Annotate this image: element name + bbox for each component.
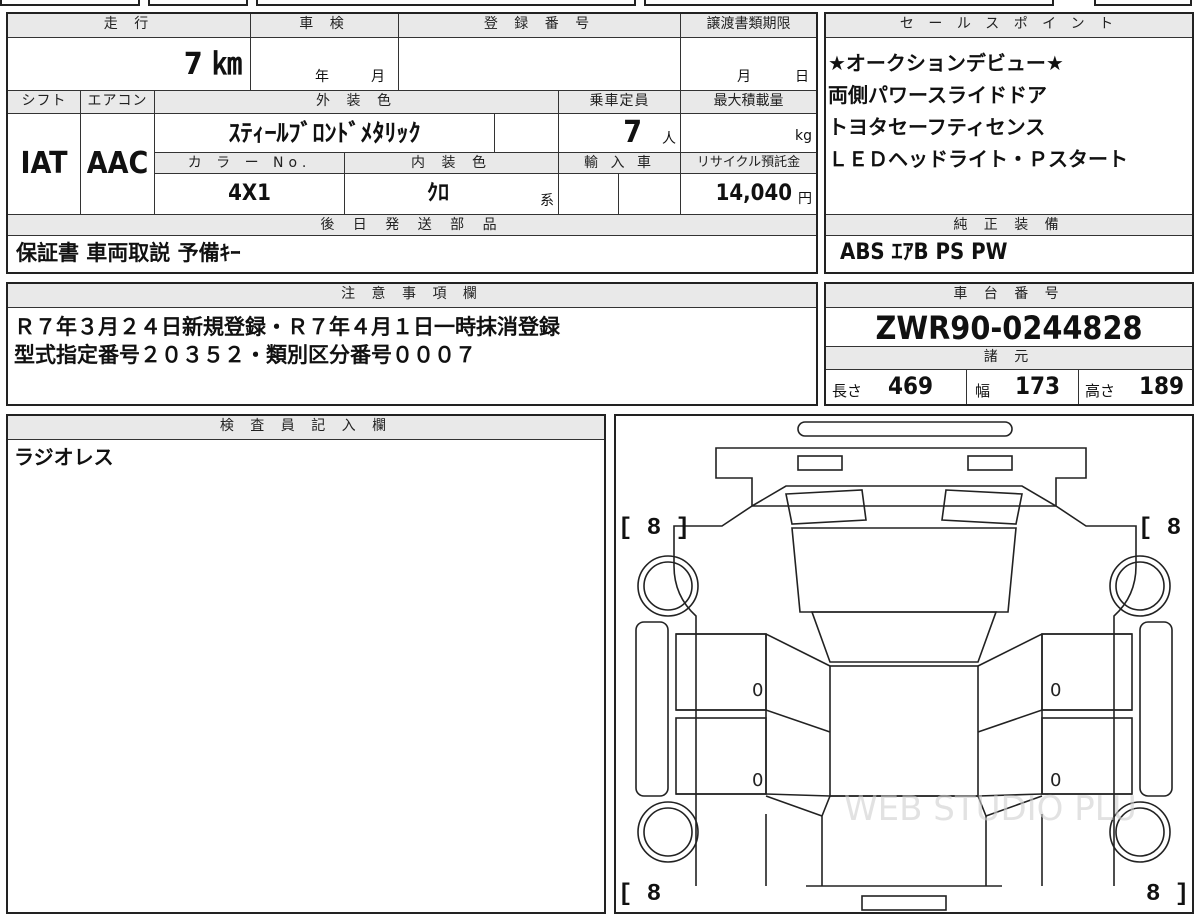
door-mark-left-front: 0: [752, 680, 763, 701]
vehicle-damage-diagram: [ 8 ] [ 8 ] [ 8 8 ] 0 0 0 0 WEB STUDIO P…: [618, 421, 1192, 911]
exterior-color-value: ｽﾃｨｰﾙﾌﾞﾛﾝﾄﾞﾒﾀﾘｯｸ: [154, 114, 494, 152]
sales-points-box: セ ー ル ス ポ イ ン ト ★オークションデビュー★ 両側パワースライドドア…: [824, 12, 1194, 274]
tire-front-left-reading: [ 8 ]: [618, 515, 690, 542]
tire-front-right-reading: [ 8 ]: [1138, 515, 1192, 542]
width-cell: 幅 173: [966, 370, 1078, 404]
length-label: 長さ: [832, 382, 863, 400]
inspection-year-label: 年: [315, 69, 329, 85]
tire-rear-left-reading: [ 8: [618, 881, 661, 908]
length-value: 469: [888, 372, 934, 400]
transfer-month-label: 月: [737, 69, 751, 85]
mileage-header: 走 行: [8, 14, 250, 38]
vehicle-info-table: 走 行 車 検 登 録 番 号 譲渡書類期限 7 ㎞ 年 月 月 日 シフト エ…: [6, 12, 818, 274]
shift-value: IAT: [20, 146, 68, 181]
spec-header: 諸 元: [826, 346, 1192, 370]
sales-point-line-2: 両側パワースライドドア: [828, 83, 1047, 107]
capacity-unit: 人: [662, 131, 676, 147]
inspection-value: 年 月: [250, 38, 398, 90]
notes-box: 注 意 事 項 欄 Ｒ７年３月２４日新規登録・Ｒ７年４月１日一時抹消登録 型式指…: [6, 282, 818, 406]
door-mark-right-rear: 0: [1050, 770, 1061, 791]
capacity-header: 乗車定員: [558, 90, 680, 114]
later-parts-header: 後 日 発 送 部 品: [8, 214, 816, 236]
interior-color-value: ｸﾛ: [427, 181, 450, 206]
watermark-text: WEB STUDIO PLU: [844, 789, 1137, 829]
notes-header: 注 意 事 項 欄: [8, 284, 816, 308]
max-load-value-cell: kg: [680, 114, 816, 152]
tire-rear-right-reading: 8 ]: [1146, 881, 1189, 908]
damage-diagram-box: [ 8 ] [ 8 ] [ 8 8 ] 0 0 0 0 WEB STUDIO P…: [614, 414, 1194, 914]
door-mark-right-front: 0: [1050, 680, 1061, 701]
recycle-header: リサイクル預託金: [680, 152, 816, 174]
capacity-value: 7: [623, 115, 642, 150]
later-parts-value: 保証書 車両取説 予備ｷｰ: [16, 241, 241, 265]
chassis-header: 車 台 番 号: [826, 284, 1192, 308]
aircon-header: エアコン: [80, 90, 154, 114]
height-label: 高さ: [1085, 382, 1116, 400]
transfer-day-label: 日: [795, 69, 809, 85]
capacity-value-cell: 7 人: [558, 114, 680, 152]
inspector-box: 検 査 員 記 入 欄 ラジオレス: [6, 414, 606, 914]
interior-color-cell: ｸﾛ 系: [344, 174, 558, 214]
sales-point-line-3: トヨタセーフティセンス: [828, 115, 1046, 139]
aircon-value: AAC: [80, 114, 154, 214]
recycle-unit: 円: [798, 191, 812, 207]
chassis-number: ZWR90-0244828: [875, 309, 1143, 347]
equipment-value: ABS ｴｱB PS PW: [840, 240, 1008, 265]
sales-points-header: セ ー ル ス ポ イ ン ト: [826, 14, 1192, 38]
length-cell: 長さ 469: [826, 370, 966, 404]
max-load-unit: kg: [795, 128, 812, 144]
inspector-header: 検 査 員 記 入 欄: [8, 416, 604, 440]
max-load-header: 最大積載量: [680, 90, 816, 114]
interior-color-header: 内 装 色: [344, 152, 558, 174]
inspection-month-label: 月: [371, 69, 385, 85]
color-no-value: 4X1: [154, 174, 344, 214]
sales-point-line-4: ＬＥＤヘッドライト・Ｐスタート: [828, 147, 1128, 171]
shift-header: シフト: [8, 90, 80, 114]
registration-header: 登 録 番 号: [398, 14, 680, 38]
sales-point-line-1: ★オークションデビュー★: [828, 51, 1064, 75]
transfer-deadline-value: 月 日: [680, 38, 816, 90]
import-value-a: [558, 174, 618, 214]
chassis-box: 車 台 番 号 ZWR90-0244828 諸 元 長さ 469 幅 173 高…: [824, 282, 1194, 406]
exterior-color-header: 外 装 色: [154, 90, 558, 114]
import-header: 輸 入 車: [558, 152, 680, 174]
import-value-b: [618, 174, 680, 214]
height-cell: 高さ 189: [1078, 370, 1192, 404]
height-value: 189: [1139, 372, 1185, 400]
door-mark-left-rear: 0: [752, 770, 763, 791]
interior-color-suffix: 系: [540, 193, 554, 209]
top-edge-strip: [0, 0, 1200, 8]
notes-line-1: Ｒ７年３月２４日新規登録・Ｒ７年４月１日一時抹消登録: [14, 315, 560, 339]
width-label: 幅: [975, 382, 991, 400]
inspection-header: 車 検: [250, 14, 398, 38]
color-no-header: カ ラ ー No.: [154, 152, 344, 174]
registration-value: [398, 38, 680, 90]
notes-line-2: 型式指定番号２０３５２・類別区分番号０００７: [14, 343, 476, 367]
inspector-text: ラジオレス: [14, 445, 114, 469]
recycle-value-cell: 14,040 円: [680, 174, 816, 214]
mileage-value: 7 ㎞: [183, 47, 242, 82]
recycle-value: 14,040: [715, 181, 792, 206]
width-value: 173: [1015, 372, 1061, 400]
transfer-deadline-header: 譲渡書類期限: [680, 14, 816, 38]
exterior-color-extra: [494, 114, 558, 152]
equipment-header: 純 正 装 備: [826, 214, 1192, 236]
